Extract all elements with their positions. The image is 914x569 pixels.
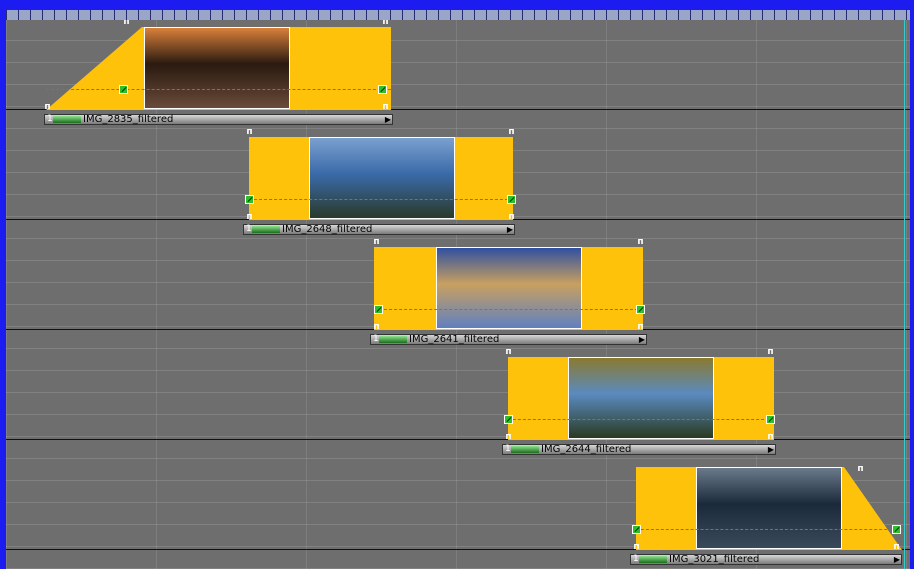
pin-icon[interactable]: п xyxy=(372,238,381,247)
clip-number: 1 xyxy=(373,334,379,344)
timeline-clip[interactable]: п п п п 1 IMG_2641_filtered ▶ xyxy=(370,238,647,347)
pin-icon[interactable]: п xyxy=(507,128,516,137)
keyframe-handle[interactable] xyxy=(245,195,254,204)
pin-icon[interactable]: п xyxy=(507,213,516,222)
pin-icon[interactable]: п xyxy=(372,323,381,332)
opacity-envelope[interactable] xyxy=(249,199,513,200)
clip-progress xyxy=(639,556,667,563)
pin-icon[interactable]: п xyxy=(43,103,52,112)
pin-icon[interactable]: п xyxy=(381,103,390,112)
pin-icon[interactable]: п xyxy=(504,348,513,357)
keyframe-handle[interactable] xyxy=(504,415,513,424)
pin-icon[interactable]: п xyxy=(245,213,254,222)
clip-label: IMG_2835_filtered xyxy=(83,114,174,125)
opacity-envelope[interactable] xyxy=(374,309,643,310)
clip-progress xyxy=(511,446,539,453)
clip-thumbnail xyxy=(568,357,714,439)
keyframe-handle[interactable] xyxy=(507,195,516,204)
clip-number: 1 xyxy=(633,554,639,564)
opacity-envelope[interactable] xyxy=(46,89,391,90)
clip-label-bar[interactable]: 1 IMG_2641_filtered ▶ xyxy=(370,334,647,345)
clip-progress xyxy=(379,336,407,343)
timeline-tracks[interactable]: п п п п 1 IMG_2835_filtered ▶ п п п п 1 xyxy=(6,20,910,569)
keyframe-handle[interactable] xyxy=(632,525,641,534)
pin-icon[interactable]: п xyxy=(245,128,254,137)
timeline-window: п п п п 1 IMG_2835_filtered ▶ п п п п 1 xyxy=(0,0,914,569)
timeline-clip[interactable]: п п п п 1 IMG_2644_filtered ▶ xyxy=(502,348,776,457)
play-arrow-icon[interactable]: ▶ xyxy=(507,225,513,234)
pin-icon[interactable]: п xyxy=(636,323,645,332)
timeline-ruler[interactable] xyxy=(6,10,910,20)
keyframe-handle[interactable] xyxy=(766,415,775,424)
pin-icon[interactable]: п xyxy=(766,348,775,357)
clip-label-bar[interactable]: 1 IMG_2835_filtered ▶ xyxy=(44,114,393,125)
keyframe-handle[interactable] xyxy=(374,305,383,314)
clip-label-bar[interactable]: 1 IMG_2644_filtered ▶ xyxy=(502,444,776,455)
clip-label: IMG_3021_filtered xyxy=(669,554,760,565)
pin-icon[interactable]: п xyxy=(381,20,390,27)
timeline-clip[interactable]: п п п п 1 IMG_2648_filtered ▶ xyxy=(243,128,516,237)
keyframe-handle[interactable] xyxy=(119,85,128,94)
clip-progress xyxy=(53,116,81,123)
clip-label: IMG_2644_filtered xyxy=(541,444,632,455)
keyframe-handle[interactable] xyxy=(636,305,645,314)
timeline-clip[interactable]: п п п п 1 IMG_2835_filtered ▶ xyxy=(43,20,393,127)
timeline-clip[interactable]: п п п 1 IMG_3021_filtered ▶ xyxy=(630,465,902,569)
play-arrow-icon[interactable]: ▶ xyxy=(768,445,774,454)
play-arrow-icon[interactable]: ▶ xyxy=(894,555,900,564)
opacity-envelope[interactable] xyxy=(508,419,774,420)
pin-icon[interactable]: п xyxy=(766,433,775,442)
clip-number: 1 xyxy=(246,224,252,234)
pin-icon[interactable]: п xyxy=(856,465,865,474)
keyframe-handle[interactable] xyxy=(378,85,387,94)
clip-thumbnail xyxy=(696,467,842,549)
clip-label-bar[interactable]: 1 IMG_3021_filtered ▶ xyxy=(630,554,902,565)
keyframe-handle[interactable] xyxy=(892,525,901,534)
pin-icon[interactable]: п xyxy=(122,20,131,27)
play-arrow-icon[interactable]: ▶ xyxy=(385,115,391,124)
pin-icon[interactable]: п xyxy=(892,543,901,552)
play-arrow-icon[interactable]: ▶ xyxy=(639,335,645,344)
pin-icon[interactable]: п xyxy=(636,238,645,247)
pin-icon[interactable]: п xyxy=(504,433,513,442)
clip-thumbnail xyxy=(144,27,290,109)
clip-label: IMG_2641_filtered xyxy=(409,334,500,345)
clip-thumbnail xyxy=(309,137,455,219)
clip-thumbnail xyxy=(436,247,582,329)
clip-number: 1 xyxy=(505,444,511,454)
clip-progress xyxy=(252,226,280,233)
pin-icon[interactable]: п xyxy=(632,543,641,552)
playhead-line[interactable] xyxy=(904,20,905,569)
clip-label: IMG_2648_filtered xyxy=(282,224,373,235)
opacity-envelope[interactable] xyxy=(636,529,902,530)
clip-label-bar[interactable]: 1 IMG_2648_filtered ▶ xyxy=(243,224,515,235)
clip-number: 1 xyxy=(47,114,53,124)
